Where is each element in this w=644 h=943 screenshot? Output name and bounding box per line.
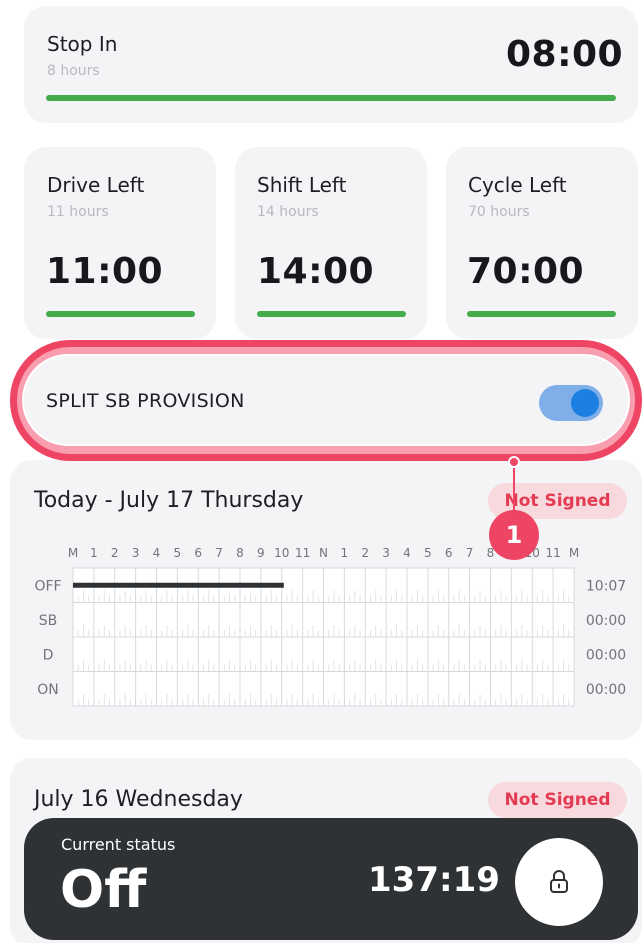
yesterday-not-signed-badge[interactable]: Not Signed (488, 782, 627, 818)
split-sb-toggle[interactable] (539, 385, 603, 421)
stop-in-progress-bar (46, 95, 616, 101)
callout-number-badge: 1 (489, 510, 539, 560)
shift-left-title: Shift Left (257, 173, 347, 197)
cycle-left-value: 70:00 (467, 251, 585, 292)
lock-icon (550, 870, 568, 893)
split-sb-provision-label: SPLIT SB PROVISION (46, 390, 245, 412)
drive-left-subtitle: 11 hours (47, 204, 109, 220)
callout-dot (508, 456, 520, 468)
shift-left-subtitle: 14 hours (257, 204, 319, 220)
drive-left-value: 11:00 (46, 251, 164, 292)
yesterday-log-title: July 16 Wednesday (34, 787, 243, 812)
drive-left-title: Drive Left (47, 173, 145, 197)
stop-in-subtitle: 8 hours (47, 63, 100, 79)
callout-line (513, 461, 515, 515)
shift-left-progress-bar (257, 311, 406, 317)
drive-left-progress-bar (46, 311, 195, 317)
current-status-time: 137:19 (368, 860, 500, 900)
current-status-value: Off (60, 860, 147, 920)
current-status-caption: Current status (61, 835, 176, 854)
shift-left-value: 14:00 (257, 251, 375, 292)
cycle-left-title: Cycle Left (468, 173, 567, 197)
today-log-title: Today - July 17 Thursday (34, 488, 304, 513)
lock-button[interactable] (515, 838, 603, 926)
cycle-left-progress-bar (467, 311, 616, 317)
toggle-knob (571, 389, 599, 417)
stop-in-title: Stop In (47, 32, 118, 56)
cycle-left-subtitle: 70 hours (468, 204, 530, 220)
stop-in-value: 08:00 (506, 34, 624, 75)
